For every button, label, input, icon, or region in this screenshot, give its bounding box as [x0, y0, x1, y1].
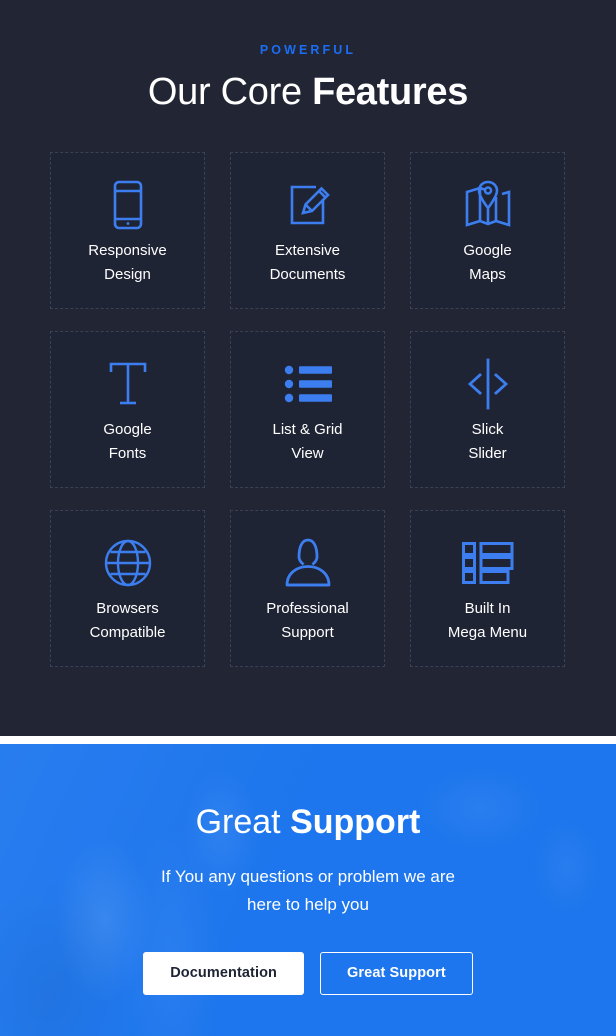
page-title-bold: Features — [312, 70, 469, 113]
feature-card-label: Google Maps — [463, 242, 512, 284]
slider-arrows-icon — [465, 356, 511, 412]
page-title: Our Core Features — [0, 71, 616, 114]
feature-card-google-fonts[interactable]: Google Fonts — [50, 331, 205, 489]
feature-card-label: Responsive Design — [88, 242, 167, 284]
bullet-list-icon — [284, 356, 332, 412]
core-features-section: POWERFUL Our Core Features Responsive De… — [0, 0, 616, 736]
support-title: Great Support — [195, 803, 421, 841]
feature-card-mega-menu[interactable]: Built In Mega Menu — [410, 510, 565, 668]
feature-card-google-maps[interactable]: Google Maps — [410, 152, 565, 310]
globe-icon — [103, 535, 153, 591]
feature-card-label: Slick Slider — [468, 421, 507, 463]
typography-t-icon — [106, 356, 150, 412]
feature-card-browsers-compatible[interactable]: Browsers Compatible — [50, 510, 205, 668]
feature-card-list-grid-view[interactable]: List & Grid View — [230, 331, 385, 489]
feature-card-label: Professional Support — [266, 600, 349, 642]
page-title-light: Our Core — [147, 70, 313, 113]
feature-card-label: List & Grid View — [272, 421, 343, 463]
feature-card-responsive-design[interactable]: Responsive Design — [50, 152, 205, 310]
feature-card-label: Extensive Documents — [269, 242, 346, 284]
support-title-light: Great — [195, 803, 291, 841]
feature-cards-grid: Responsive Design Extensive Documents Go… — [50, 152, 566, 668]
section-divider — [0, 736, 616, 744]
feature-card-slick-slider[interactable]: Slick Slider — [410, 331, 565, 489]
feature-card-extensive-documents[interactable]: Extensive Documents — [230, 152, 385, 310]
feature-card-label: Google Fonts — [103, 421, 152, 463]
support-subtitle: If You any questions or problem we are h… — [161, 867, 455, 914]
great-support-section: Great Support If You any questions or pr… — [0, 744, 616, 1036]
great-support-button[interactable]: Great Support — [320, 952, 473, 995]
feature-card-label: Built In Mega Menu — [447, 600, 528, 642]
feature-card-professional-support[interactable]: Professional Support — [230, 510, 385, 668]
documentation-button[interactable]: Documentation — [143, 952, 305, 995]
feature-card-label: Browsers Compatible — [89, 600, 166, 642]
pencil-edit-icon — [283, 177, 333, 233]
menu-list-icon — [461, 535, 514, 591]
support-title-bold: Support — [290, 803, 421, 841]
map-pin-icon — [462, 177, 514, 233]
user-person-icon — [283, 535, 333, 591]
section-eyebrow: POWERFUL — [259, 43, 357, 57]
mobile-icon — [107, 177, 149, 233]
landing-page: POWERFUL Our Core Features Responsive De… — [0, 0, 616, 1036]
support-button-row: Documentation Great Support — [143, 952, 473, 995]
